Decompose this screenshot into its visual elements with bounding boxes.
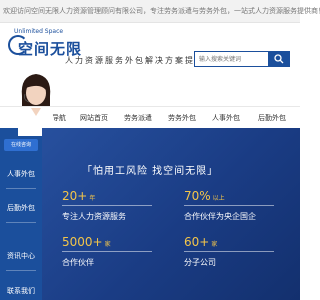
stat-soe-value: 70% 以上 [184,189,225,203]
nav-item-dispatch[interactable]: 劳务派遣 [120,107,156,129]
nav-item-hr[interactable]: 人事外包 [208,107,244,129]
sidebar-item-news[interactable]: 资讯中心 [0,251,42,261]
hero-title: 「怕用工风险 找空间无限」 [82,166,219,177]
stat-partners-label: 合作伙伴 [62,258,94,267]
nav-item-outsourcing[interactable]: 劳务外包 [164,107,200,129]
logo-english[interactable]: Unlimited Space [14,28,63,35]
sidebar-item-contact[interactable]: 联系我们 [0,286,42,296]
welcome-text: 欢迎访问空间无限人力资源管理顾问有限公司，专注劳务派遣与劳务外包，一站式人力资源… [3,7,320,15]
hero-banner: 「怕用工风险 找空间无限」 20+ 年 专注人力资源服务 70% 以上 合作伙伴为央… [42,128,300,300]
stat-partners-value: 5000+ 家 [62,235,111,249]
search-button[interactable] [268,51,290,67]
stat-branches-label: 分子公司 [184,258,216,267]
search-input[interactable] [194,51,269,67]
top-bar: 欢迎访问空间无限人力资源管理顾问有限公司，专注劳务派遣与劳务外包，一站式人力资源… [0,0,320,23]
stat-divider [184,205,274,206]
customer-service-avatar[interactable] [10,68,62,136]
sidebar-item-hr[interactable]: 人事外包 [0,169,42,179]
sidebar-divider [6,188,36,189]
search-icon [274,54,284,64]
stat-branches-value: 60+ 家 [184,235,218,249]
stat-soe-label: 合作伙伴为央企国企 [184,212,256,221]
sidebar-divider [6,270,36,271]
sidebar: 人事外包 后勤外包 资讯中心 联系我们 [0,128,42,300]
stat-divider [62,205,152,206]
nav-item-logistics[interactable]: 后勤外包 [252,107,292,129]
sidebar-item-logistics[interactable]: 后勤外包 [0,203,42,213]
nav-item-home[interactable]: 网站首页 [76,107,112,129]
stat-divider [184,251,274,252]
sidebar-divider [6,222,36,223]
stat-years-label: 专注人力资源服务 [62,212,126,221]
slogan: 人力资源服务外包解决方案提供商 [65,56,215,65]
stat-years-value: 20+ 年 [62,189,96,203]
stat-divider [62,251,152,252]
online-consult-button[interactable]: 在线咨询 [4,139,38,151]
